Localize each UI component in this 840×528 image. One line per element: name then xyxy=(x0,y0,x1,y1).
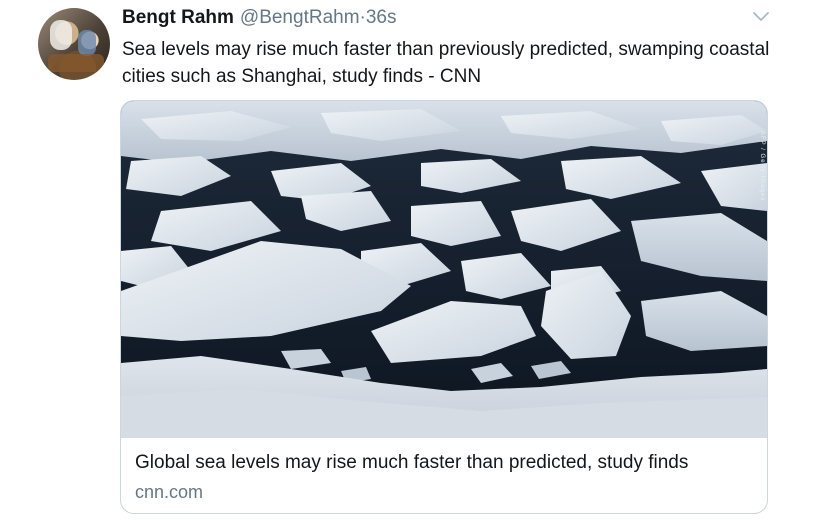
link-preview-card[interactable]: AFP / Getty Images Global sea levels may… xyxy=(120,100,768,514)
avatar-figure xyxy=(78,30,96,56)
author-handle[interactable]: @BengtRahm xyxy=(240,7,360,28)
tweet-header: Bengt Rahm @BengtRahm·36s xyxy=(122,6,397,30)
avatar-table xyxy=(48,54,104,72)
card-title[interactable]: Global sea levels may rise much faster t… xyxy=(135,451,755,475)
chevron-down-icon[interactable] xyxy=(752,10,770,24)
avatar-figure xyxy=(50,20,72,50)
image-credit: AFP / Getty Images xyxy=(759,131,765,202)
card-domain[interactable]: cnn.com xyxy=(135,481,203,503)
tweet-timestamp[interactable]: 36s xyxy=(366,7,397,28)
tweet: Bengt Rahm @BengtRahm·36s Sea levels may … xyxy=(0,0,840,528)
card-image[interactable] xyxy=(121,101,767,438)
author-avatar[interactable] xyxy=(38,8,110,80)
tweet-text: Sea levels may rise much faster than pre… xyxy=(122,39,770,87)
author-name[interactable]: Bengt Rahm xyxy=(122,7,234,28)
